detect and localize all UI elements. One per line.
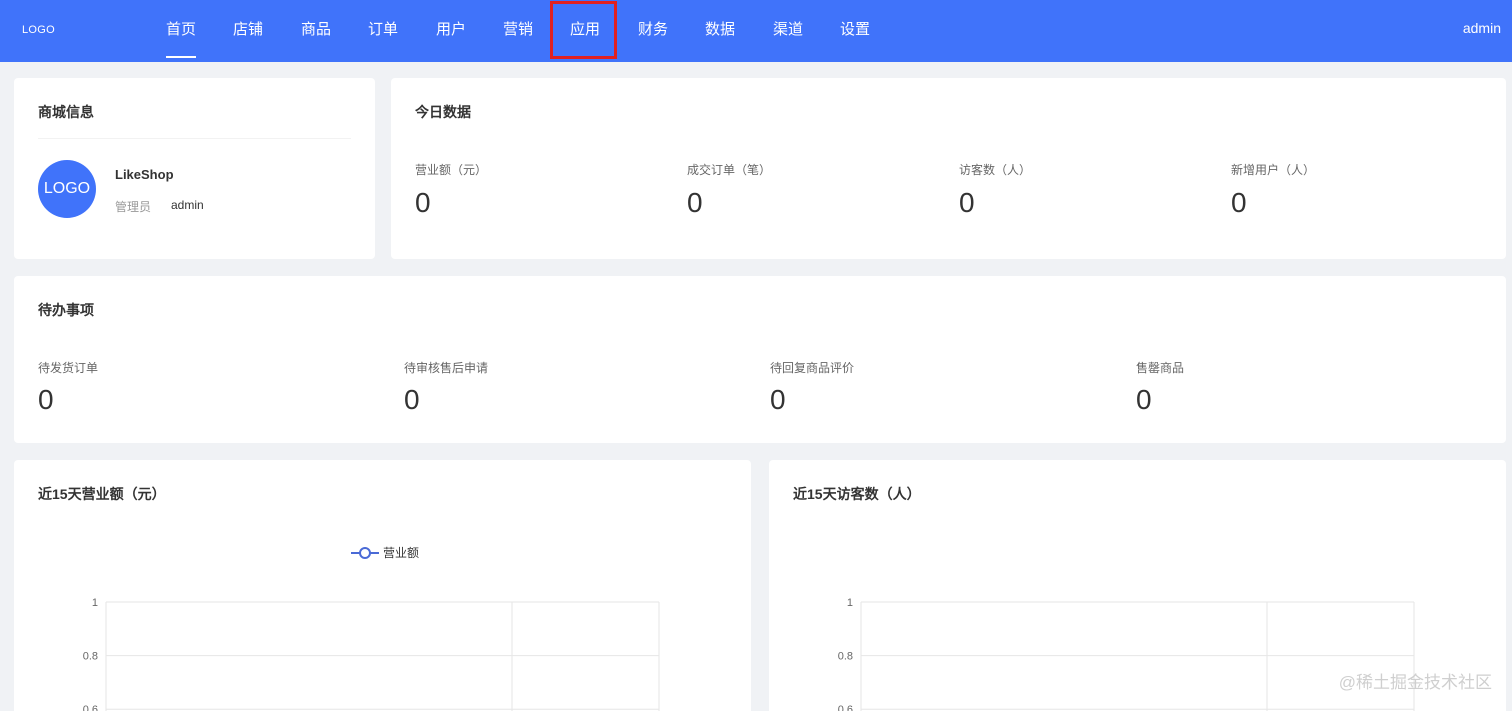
nav-channels[interactable]: 渠道 bbox=[773, 0, 803, 62]
admin-label: 管理员 bbox=[115, 200, 152, 214]
nav-orders[interactable]: 订单 bbox=[368, 0, 398, 62]
nav-finance[interactable]: 财务 bbox=[638, 0, 668, 62]
nav-orders-label: 订单 bbox=[368, 21, 399, 38]
todo-aftersale-value[interactable]: 0 bbox=[404, 384, 420, 416]
todo-soldout-value[interactable]: 0 bbox=[1136, 384, 1152, 416]
legend-marker bbox=[359, 547, 371, 559]
todo-aftersale-label: 待审核售后申请 bbox=[404, 361, 489, 375]
todo-title: 待办事项 bbox=[38, 302, 94, 318]
stat-visitors-label: 访客数（人） bbox=[959, 163, 1032, 177]
nav-marketing[interactable]: 营销 bbox=[503, 0, 533, 62]
stat-revenue-label: 营业额（元） bbox=[415, 163, 488, 177]
nav-users-label: 用户 bbox=[436, 21, 467, 38]
y-tick-label: 1 bbox=[847, 597, 853, 609]
watermark: @稀土掘金技术社区 bbox=[1338, 673, 1492, 692]
nav-active-indicator bbox=[166, 56, 196, 58]
todo-card: 待办事项 待发货订单 0 待审核售后申请 0 待回复商品评价 0 售罄商品 0 bbox=[14, 276, 1506, 443]
nav-apps-highlight-box bbox=[550, 1, 617, 59]
todo-pending-shipment-label: 待发货订单 bbox=[38, 361, 99, 375]
logo[interactable]: LOGO bbox=[22, 24, 55, 36]
stat-visitors-value: 0 bbox=[959, 187, 975, 218]
nav-settings-label: 设置 bbox=[840, 21, 871, 38]
stat-new-users-label: 新增用户（人） bbox=[1231, 163, 1316, 177]
nav-finance-label: 财务 bbox=[638, 21, 669, 38]
y-tick-label: 0.6 bbox=[83, 704, 98, 711]
todo-pending-shipment-value[interactable]: 0 bbox=[38, 384, 54, 416]
nav-goods[interactable]: 商品 bbox=[301, 0, 331, 62]
user-menu[interactable]: admin bbox=[1463, 20, 1501, 36]
todo-reviews-label: 待回复商品评价 bbox=[770, 361, 855, 375]
shop-name: LikeShop bbox=[115, 167, 174, 182]
stat-revenue-value: 0 bbox=[415, 187, 431, 218]
legend-label: 营业额 bbox=[383, 546, 419, 560]
nav-data-label: 数据 bbox=[705, 21, 736, 38]
nav-data[interactable]: 数据 bbox=[705, 0, 735, 62]
nav-home-label: 首页 bbox=[166, 21, 197, 38]
stat-orders-label: 成交订单（笔） bbox=[687, 163, 772, 177]
shop-info-card: 商城信息 LOGO LikeShop 管理员 admin bbox=[14, 78, 375, 259]
stat-new-users-value: 0 bbox=[1231, 187, 1247, 218]
shop-logo-avatar: LOGO bbox=[38, 160, 96, 218]
y-tick-label: 0.8 bbox=[838, 651, 853, 663]
top-navbar: LOGO 首页 店铺 商品 订单 用户 营销 应用 财务 数据 渠道 设置 ad… bbox=[0, 0, 1512, 62]
shop-info-title: 商城信息 bbox=[38, 104, 94, 120]
admin-value: admin bbox=[171, 198, 204, 212]
nav-store[interactable]: 店铺 bbox=[233, 0, 263, 62]
nav-goods-label: 商品 bbox=[301, 21, 332, 38]
nav-marketing-label: 营销 bbox=[503, 21, 534, 38]
nav-settings[interactable]: 设置 bbox=[840, 0, 870, 62]
todo-soldout-label: 售罄商品 bbox=[1136, 361, 1185, 375]
y-tick-label: 1 bbox=[92, 597, 98, 609]
y-tick-label: 0.8 bbox=[83, 651, 98, 663]
nav-home[interactable]: 首页 bbox=[166, 0, 196, 62]
todo-reviews-value[interactable]: 0 bbox=[770, 384, 786, 416]
nav-users[interactable]: 用户 bbox=[436, 0, 466, 62]
revenue-chart: 1 0.8 0.6 营业额 bbox=[83, 546, 660, 711]
stat-orders-value: 0 bbox=[687, 187, 703, 218]
card-divider bbox=[38, 138, 351, 139]
today-data-card: 今日数据 营业额（元） 0 成交订单（笔） 0 访客数（人） 0 新增用户（人）… bbox=[391, 78, 1506, 259]
nav-store-label: 店铺 bbox=[233, 21, 264, 38]
today-data-title: 今日数据 bbox=[415, 104, 471, 120]
y-tick-label: 0.6 bbox=[838, 704, 853, 711]
nav-channels-label: 渠道 bbox=[773, 21, 804, 38]
revenue-chart-card: 近15天营业额（元） 1 0.8 0.6 营业额 bbox=[14, 460, 751, 711]
